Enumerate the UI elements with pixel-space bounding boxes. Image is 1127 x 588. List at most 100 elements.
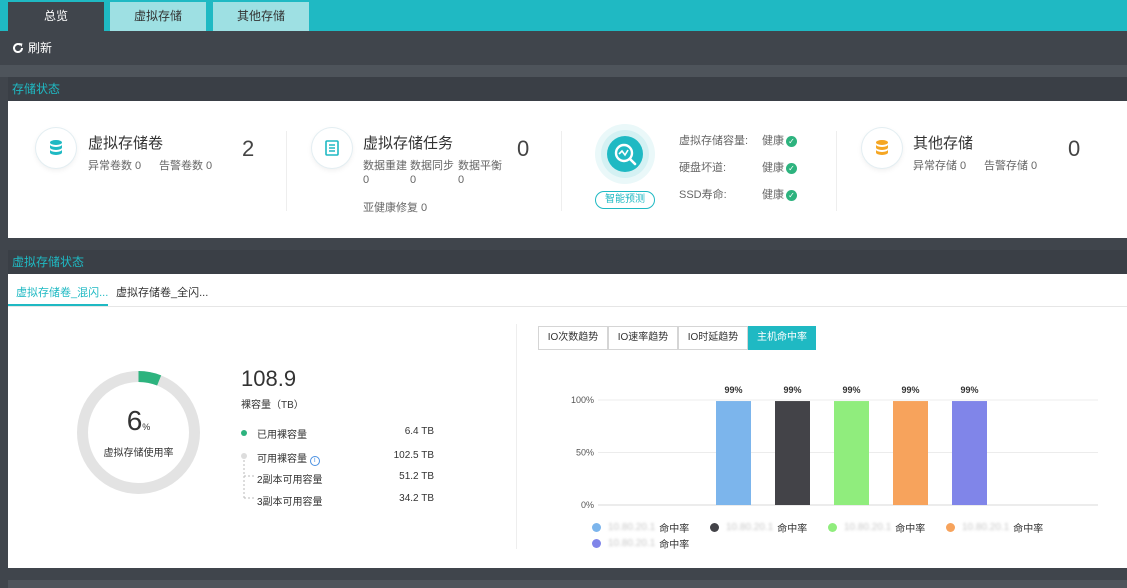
toolbar: 刷新 bbox=[0, 31, 1127, 65]
used-label: 已用裸容量 bbox=[257, 430, 307, 441]
bar[interactable] bbox=[775, 401, 810, 505]
tab-io-latency[interactable]: IO时延趋势 bbox=[678, 326, 748, 350]
legend-dot bbox=[592, 539, 601, 548]
predict-capacity-label: 虚拟存储容量: bbox=[679, 135, 749, 147]
abnormal-storage: 异常存储 0 bbox=[913, 160, 967, 172]
refresh-button[interactable]: 刷新 bbox=[12, 39, 52, 56]
task-block: 虚拟存储任务 数据重建 0 数据同步 0 数据平衡 0 亚健康修复 0 0 bbox=[288, 101, 563, 238]
task-sync-label: 数据同步 bbox=[410, 160, 454, 172]
legend-dot bbox=[828, 523, 837, 532]
predict-ssd-status: 健康 ✓ bbox=[762, 186, 797, 202]
legend-item[interactable]: 10.80.20.1 命中率 bbox=[592, 520, 689, 535]
y-tick-label: 100% bbox=[571, 395, 594, 405]
legend-label: 命中率 bbox=[777, 524, 808, 535]
task-title: 虚拟存储任务 bbox=[363, 135, 454, 152]
virtual-status-card: 虚拟存储卷_混闪... 虚拟存储卷_全闪... 6% 虚拟存储使用率 108.9… bbox=[8, 274, 1127, 568]
available-dot bbox=[241, 453, 247, 459]
legend-dot bbox=[592, 523, 601, 532]
legend-label: 命中率 bbox=[659, 524, 690, 535]
smart-predict-badge[interactable]: 智能预测 bbox=[595, 191, 655, 209]
tab-host-hit-rate[interactable]: 主机命中率 bbox=[748, 326, 816, 350]
usage-donut: 6% 虚拟存储使用率 bbox=[76, 370, 201, 495]
usage-label: 虚拟存储使用率 bbox=[103, 448, 174, 459]
bar-data-label: 99% bbox=[783, 385, 801, 395]
bar[interactable] bbox=[716, 401, 751, 505]
subtab-allflash-volume[interactable]: 虚拟存储卷_全闪... bbox=[116, 284, 208, 300]
smart-predict-icon bbox=[595, 124, 655, 184]
abnormal-volumes: 异常卷数 0 bbox=[88, 160, 142, 172]
legend-item[interactable]: 10.80.20.1 命中率 bbox=[592, 536, 689, 551]
storage-status-header: 存储状态 bbox=[8, 77, 1127, 101]
task-balance-label: 数据平衡 bbox=[458, 160, 502, 172]
subtab-divider bbox=[8, 306, 1127, 307]
predict-capacity-status: 健康 ✓ bbox=[762, 132, 797, 148]
task-rebuild-value: 0 bbox=[363, 174, 370, 186]
legend-host-ip: 10.80.20.1 bbox=[962, 522, 1010, 533]
task-sync-value: 0 bbox=[410, 174, 417, 186]
other-storage-block: 其他存储 异常存储 0 告警存储 0 0 bbox=[838, 101, 1127, 238]
bar[interactable] bbox=[834, 401, 869, 505]
hit-rate-chart: 0% 50% 100% 99% 99% 99% 99% 99% bbox=[571, 385, 1098, 510]
y-tick-label: 0% bbox=[581, 500, 594, 510]
divider bbox=[836, 131, 837, 211]
bar-data-label: 99% bbox=[901, 385, 919, 395]
usage-percent: 6% bbox=[126, 405, 151, 436]
footer-band-inner bbox=[8, 580, 1127, 588]
database-icon bbox=[862, 128, 902, 168]
legend-item[interactable]: 10.80.20.1 命中率 bbox=[946, 520, 1043, 535]
legend-label: 命中率 bbox=[1013, 524, 1044, 535]
used-value: 6.4 TB bbox=[404, 426, 434, 437]
volume-title: 虚拟存储卷 bbox=[88, 135, 164, 152]
storage-status-card: 虚拟存储卷 异常卷数 0 告警卷数 0 2 虚拟存储任务 数据重建 0 数据同步… bbox=[8, 101, 1127, 238]
replica3-label: 3副本可用容量 bbox=[257, 497, 323, 508]
tab-virtual-storage[interactable]: 虚拟存储 bbox=[110, 2, 206, 31]
legend-host-ip: 10.80.20.1 bbox=[608, 522, 656, 533]
legend-label: 命中率 bbox=[895, 524, 926, 535]
bar-data-label: 99% bbox=[960, 385, 978, 395]
divider bbox=[286, 131, 287, 211]
legend-item[interactable]: 10.80.20.1 命中率 bbox=[710, 520, 807, 535]
subtab-hybrid-volume[interactable]: 虚拟存储卷_混闪... bbox=[16, 284, 108, 300]
info-icon[interactable]: i bbox=[309, 456, 320, 466]
used-dot bbox=[241, 430, 247, 436]
bar[interactable] bbox=[893, 401, 928, 505]
tab-other-storage[interactable]: 其他存储 bbox=[213, 2, 309, 31]
predict-sector-status: 健康 ✓ bbox=[762, 159, 797, 175]
tab-overview[interactable]: 总览 bbox=[8, 2, 104, 31]
available-label-wrap: 可用裸容量 i bbox=[257, 450, 320, 466]
top-tab-bar: 总览 虚拟存储 其他存储 bbox=[0, 0, 1127, 31]
replica2-label: 2副本可用容量 bbox=[257, 475, 323, 486]
bar-data-label: 99% bbox=[724, 385, 742, 395]
divider-band bbox=[0, 65, 1127, 77]
refresh-icon bbox=[13, 42, 24, 53]
legend-host-ip: 10.80.20.1 bbox=[726, 522, 774, 533]
check-icon: ✓ bbox=[786, 135, 797, 147]
bar[interactable] bbox=[952, 401, 987, 505]
database-icon bbox=[36, 128, 76, 168]
legend-label: 命中率 bbox=[659, 540, 690, 551]
alarm-storage: 告警存储 0 bbox=[984, 160, 1038, 172]
other-storage-title: 其他存储 bbox=[913, 135, 974, 152]
volume-block: 虚拟存储卷 异常卷数 0 告警卷数 0 2 bbox=[8, 101, 288, 238]
check-icon: ✓ bbox=[786, 189, 797, 201]
tab-io-count[interactable]: IO次数趋势 bbox=[538, 326, 608, 350]
legend-item[interactable]: 10.80.20.1 命中率 bbox=[828, 520, 925, 535]
volume-count: 2 bbox=[242, 136, 255, 161]
legend-dot bbox=[710, 523, 719, 532]
predict-ssd-label: SSD寿命: bbox=[679, 189, 727, 201]
refresh-label: 刷新 bbox=[28, 41, 53, 55]
task-count: 0 bbox=[517, 136, 530, 161]
other-storage-count: 0 bbox=[1068, 136, 1081, 161]
divider bbox=[561, 131, 562, 211]
replica3-value: 34.2 TB bbox=[399, 493, 434, 504]
divider bbox=[516, 324, 517, 549]
predict-sector-label: 硬盘坏道: bbox=[679, 162, 727, 174]
tab-io-rate[interactable]: IO速率趋势 bbox=[608, 326, 678, 350]
virtual-status-header: 虚拟存储状态 bbox=[8, 250, 1127, 274]
available-value: 102.5 TB bbox=[393, 450, 434, 461]
tree-lines bbox=[243, 460, 255, 500]
task-rebuild-label: 数据重建 bbox=[363, 160, 407, 172]
total-capacity-label: 裸容量（TB） bbox=[241, 400, 304, 411]
legend-dot bbox=[946, 523, 955, 532]
list-icon bbox=[312, 128, 352, 168]
